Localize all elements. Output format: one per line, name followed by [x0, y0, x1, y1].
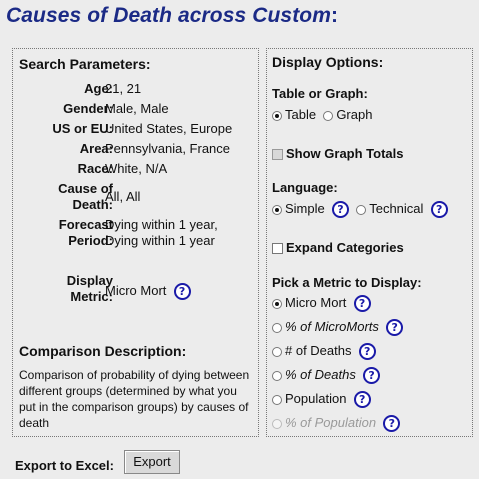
technical-radio[interactable]	[356, 204, 367, 215]
param-label-gender: Gender:	[63, 101, 113, 116]
micro-mort-label[interactable]: Micro Mort	[285, 295, 346, 310]
param-label-forecast-line2: Period:	[68, 233, 113, 248]
metric-label: Pick a Metric to Display:	[272, 275, 422, 290]
export-button[interactable]: Export	[124, 450, 180, 474]
param-label-race: Race:	[77, 161, 113, 176]
param-value-area: Pennsylvania, France	[105, 141, 231, 156]
param-label-forecast-line1: Forecast	[58, 217, 113, 232]
population-label[interactable]: Population	[285, 391, 346, 406]
help-icon[interactable]: ?	[363, 367, 381, 385]
display-options-panel: Display Options: Table or Graph: Table G…	[266, 48, 473, 437]
param-label-age: Age:	[84, 81, 113, 96]
search-parameters-heading: Search Parameters:	[19, 56, 151, 72]
help-icon[interactable]: ?	[331, 201, 349, 219]
param-value-gender: Male, Male	[105, 101, 169, 116]
metric-option-pct-micromorts: % of MicroMorts ?	[272, 319, 404, 337]
help-icon[interactable]: ?	[358, 343, 376, 361]
pct-population-radio	[272, 418, 282, 429]
help-icon[interactable]: ?	[430, 201, 448, 219]
param-label-cause-line2: Death:	[72, 197, 113, 212]
help-icon[interactable]: ?	[386, 319, 404, 337]
help-icon[interactable]: ?	[353, 295, 371, 313]
table-or-graph-label: Table or Graph:	[272, 86, 368, 101]
param-label-cause-line1: Cause of	[58, 181, 113, 196]
table-or-graph-options: Table Graph	[272, 107, 372, 122]
population-radio[interactable]	[272, 394, 282, 405]
graph-radio-label[interactable]: Graph	[336, 107, 372, 122]
show-graph-totals-label: Show Graph Totals	[286, 146, 404, 161]
expand-categories-option: Expand Categories	[272, 240, 404, 255]
num-deaths-label[interactable]: # of Deaths	[285, 343, 352, 358]
micro-mort-radio[interactable]	[272, 298, 282, 309]
metric-option-pct-deaths: % of Deaths ?	[272, 367, 381, 385]
simple-radio-label[interactable]: Simple	[285, 201, 325, 216]
table-radio-label[interactable]: Table	[285, 107, 316, 122]
param-value-forecast-line1: Dying within 1 year,	[105, 217, 218, 232]
param-label-area: Area:	[79, 141, 113, 156]
pct-deaths-radio[interactable]	[272, 370, 282, 381]
param-label-us-or-eu: US or EU:	[52, 121, 113, 136]
table-radio[interactable]	[272, 110, 282, 121]
page-title: Causes of Death across Custom:	[6, 4, 339, 27]
param-value-display-metric: Micro Mort ?	[105, 283, 255, 301]
graph-radio[interactable]	[323, 110, 334, 121]
pct-micromorts-label[interactable]: % of MicroMorts	[285, 319, 379, 334]
param-label-metric-line2: Metric:	[70, 289, 113, 304]
param-label-metric-line1: Display	[66, 273, 113, 288]
expand-categories-label: Expand Categories	[286, 240, 404, 255]
technical-radio-label[interactable]: Technical	[369, 201, 423, 216]
metric-option-population: Population ?	[272, 391, 371, 409]
help-icon[interactable]: ?	[173, 283, 191, 301]
param-value-us-or-eu: United States, Europe	[105, 121, 233, 136]
pct-population-label: % of Population	[285, 415, 377, 430]
metric-option-micro-mort: Micro Mort ?	[272, 295, 371, 313]
pct-deaths-label[interactable]: % of Deaths	[285, 367, 356, 382]
language-options: Simple ? Technical ?	[272, 201, 448, 219]
metric-option-pct-population: % of Population ?	[272, 415, 401, 433]
export-label: Export to Excel:	[15, 458, 114, 473]
help-icon[interactable]: ?	[353, 391, 371, 409]
comparison-description-heading: Comparison Description:	[19, 343, 187, 359]
pct-micromorts-radio[interactable]	[272, 322, 282, 333]
display-options-heading: Display Options:	[272, 54, 384, 70]
show-graph-totals-option: Show Graph Totals	[272, 146, 404, 161]
metric-option-num-deaths: # of Deaths ?	[272, 343, 376, 361]
expand-categories-checkbox[interactable]	[272, 243, 283, 255]
num-deaths-radio[interactable]	[272, 346, 282, 357]
language-label: Language:	[272, 180, 338, 195]
param-value-forecast-line2: Dying within 1 year	[105, 233, 215, 248]
simple-radio[interactable]	[272, 204, 282, 215]
param-value-race: White, N/A	[105, 161, 168, 176]
param-value-cause-of-death: All, All	[105, 189, 141, 204]
param-value-age: 21, 21	[105, 81, 142, 96]
show-graph-totals-checkbox[interactable]	[272, 149, 283, 161]
comparison-description-text: Comparison of probability of dying betwe…	[19, 368, 250, 430]
help-icon[interactable]: ?	[383, 415, 401, 433]
search-parameters-panel: Search Parameters: Age: 21, 21 Gender: M…	[12, 48, 259, 437]
